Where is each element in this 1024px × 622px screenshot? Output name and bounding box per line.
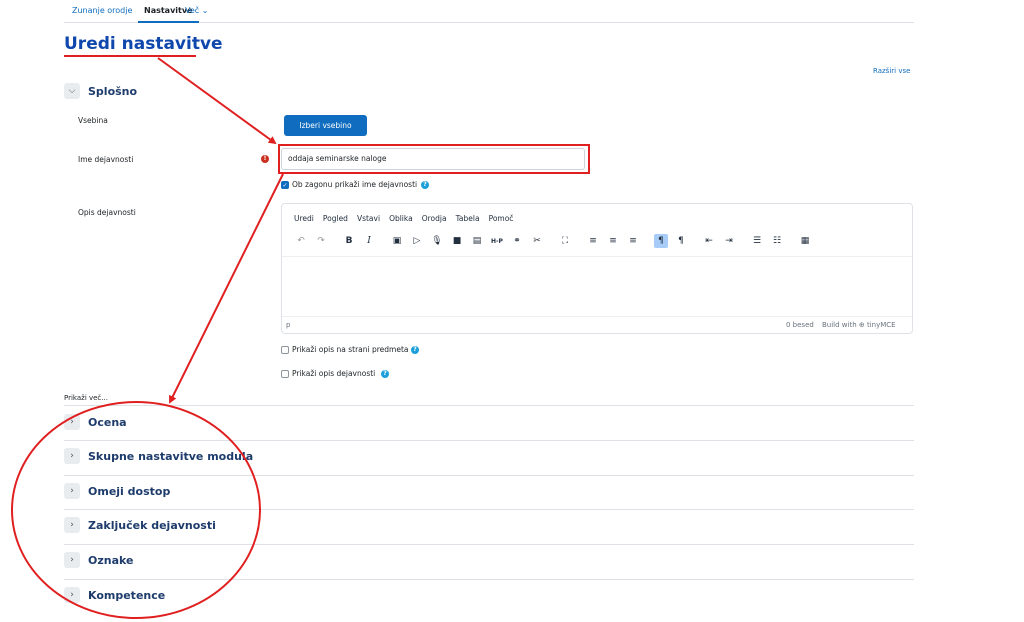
annotation-arrow <box>169 173 284 404</box>
annotation-overlay <box>11 57 284 619</box>
annotation-circle <box>11 401 261 619</box>
annotation-arrow <box>157 57 277 145</box>
